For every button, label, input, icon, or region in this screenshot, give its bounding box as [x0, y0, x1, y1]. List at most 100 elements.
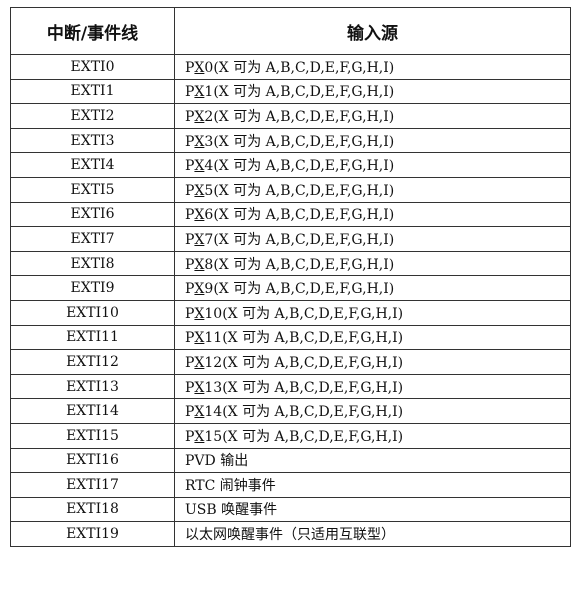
source-port-letter: X [194, 59, 205, 76]
input-source-cell: RTC 闹钟事件 [174, 472, 571, 498]
source-pin-number: 9 [204, 281, 214, 298]
table-row: EXTI6 PX6(X 可为 A,B,C,D,E,F,G,H,I) [10, 201, 571, 228]
source-prefix: P [185, 428, 195, 445]
source-pin-number: 8 [204, 256, 214, 273]
source-prefix: P [185, 182, 195, 199]
exti-line-cell: EXTI4 [10, 152, 175, 178]
input-source-cell: PX14(X 可为 A,B,C,D,E,F,G,H,I) [174, 398, 571, 424]
source-prefix: P [185, 354, 195, 371]
table-row: EXTI9 PX9(X 可为 A,B,C,D,E,F,G,H,I) [10, 275, 571, 301]
source-port-letter: X [194, 108, 205, 125]
input-source-cell: PX15(X 可为 A,B,C,D,E,F,G,H,I) [174, 422, 571, 449]
input-source-cell: PX11(X 可为 A,B,C,D,E,F,G,H,I) [174, 324, 571, 351]
exti-line-cell: EXTI0 [10, 54, 175, 80]
table-row: EXTI14 PX14(X 可为 A,B,C,D,E,F,G,H,I) [10, 398, 571, 424]
table-row: EXTI3 PX3(X 可为 A,B,C,D,E,F,G,H,I) [10, 127, 571, 154]
source-pin-number: 14 [204, 404, 223, 421]
source-prefix: P [185, 256, 195, 273]
source-pin-number: 15 [204, 428, 223, 445]
source-pin-number: 5 [204, 182, 214, 199]
input-source-cell: 以太网唤醒事件（只适用互联型） [174, 521, 571, 547]
source-prefix: P [185, 207, 195, 224]
source-text: PVD 输出 [185, 453, 249, 470]
source-text: 以太网唤醒事件（只适用互联型） [185, 527, 395, 544]
source-pin-number: 2 [204, 108, 214, 125]
source-note: (X 可为 A,B,C,D,E,F,G,H,I) [222, 404, 404, 421]
input-source-cell: PX9(X 可为 A,B,C,D,E,F,G,H,I) [174, 275, 571, 301]
input-source-cell: PVD 输出 [174, 447, 571, 474]
table-row: EXTI5 PX5(X 可为 A,B,C,D,E,F,G,H,I) [10, 176, 571, 203]
source-note: (X 可为 A,B,C,D,E,F,G,H,I) [222, 305, 404, 322]
source-port-letter: X [194, 231, 205, 248]
exti-line-cell: EXTI3 [10, 127, 175, 154]
source-note: (X 可为 A,B,C,D,E,F,G,H,I) [213, 158, 395, 175]
input-source-cell: PX7(X 可为 A,B,C,D,E,F,G,H,I) [174, 226, 571, 252]
table-row: EXTI1 PX1(X 可为 A,B,C,D,E,F,G,H,I) [10, 78, 571, 105]
exti-line-cell: EXTI11 [10, 324, 175, 351]
source-pin-number: 10 [204, 305, 223, 322]
input-source-cell: PX13(X 可为 A,B,C,D,E,F,G,H,I) [174, 373, 571, 400]
source-port-letter: X [194, 281, 205, 298]
exti-table-container: 中断/事件线 输入源 EXTI0 PX0(X 可为 A,B,C,D,E,F,G,H… [10, 7, 571, 547]
source-port-letter: X [194, 84, 205, 101]
table-row: EXTI4 PX4(X 可为 A,B,C,D,E,F,G,H,I) [10, 152, 571, 178]
source-note: (X 可为 A,B,C,D,E,F,G,H,I) [213, 182, 395, 199]
input-source-cell: PX0(X 可为 A,B,C,D,E,F,G,H,I) [174, 54, 571, 80]
source-note: (X 可为 A,B,C,D,E,F,G,H,I) [222, 354, 404, 371]
exti-line-cell: EXTI8 [10, 250, 175, 277]
source-pin-number: 6 [204, 207, 214, 224]
exti-line-cell: EXTI18 [10, 496, 175, 523]
source-note: (X 可为 A,B,C,D,E,F,G,H,I) [213, 84, 395, 101]
header-line: 中断/事件线 [10, 7, 175, 55]
source-port-letter: X [194, 379, 205, 396]
table-row: EXTI7 PX7(X 可为 A,B,C,D,E,F,G,H,I) [10, 226, 571, 252]
exti-line-cell: EXTI9 [10, 275, 175, 301]
source-port-letter: X [194, 305, 205, 322]
exti-line-cell: EXTI1 [10, 78, 175, 105]
input-source-cell: PX8(X 可为 A,B,C,D,E,F,G,H,I) [174, 250, 571, 277]
table-row: EXTI8 PX8(X 可为 A,B,C,D,E,F,G,H,I) [10, 250, 571, 277]
source-note: (X 可为 A,B,C,D,E,F,G,H,I) [213, 207, 395, 224]
source-prefix: P [185, 330, 195, 347]
source-port-letter: X [194, 158, 205, 175]
source-port-letter: X [194, 354, 205, 371]
source-text: RTC 闹钟事件 [185, 477, 276, 494]
table-row: EXTI11 PX11(X 可为 A,B,C,D,E,F,G,H,I) [10, 324, 571, 351]
exti-line-cell: EXTI7 [10, 226, 175, 252]
table-row: EXTI17 RTC 闹钟事件 [10, 472, 571, 498]
source-note: (X 可为 A,B,C,D,E,F,G,H,I) [213, 108, 395, 125]
header-source: 输入源 [174, 7, 571, 55]
table-row: EXTI16 PVD 输出 [10, 447, 571, 474]
source-port-letter: X [194, 330, 205, 347]
source-prefix: P [185, 59, 195, 76]
table-row: EXTI15 PX15(X 可为 A,B,C,D,E,F,G,H,I) [10, 422, 571, 449]
source-pin-number: 11 [204, 330, 223, 347]
source-prefix: P [185, 84, 195, 101]
input-source-cell: PX10(X 可为 A,B,C,D,E,F,G,H,I) [174, 299, 571, 326]
table-row: EXTI0 PX0(X 可为 A,B,C,D,E,F,G,H,I) [10, 54, 571, 80]
input-source-cell: PX6(X 可为 A,B,C,D,E,F,G,H,I) [174, 201, 571, 228]
source-prefix: P [185, 158, 195, 175]
table-row: EXTI10 PX10(X 可为 A,B,C,D,E,F,G,H,I) [10, 299, 571, 326]
exti-line-cell: EXTI16 [10, 447, 175, 474]
source-note: (X 可为 A,B,C,D,E,F,G,H,I) [213, 231, 395, 248]
exti-line-cell: EXTI19 [10, 521, 175, 547]
source-note: (X 可为 A,B,C,D,E,F,G,H,I) [213, 133, 395, 150]
input-source-cell: PX1(X 可为 A,B,C,D,E,F,G,H,I) [174, 78, 571, 105]
exti-line-cell: EXTI14 [10, 398, 175, 424]
source-note: (X 可为 A,B,C,D,E,F,G,H,I) [213, 59, 395, 76]
table-body: EXTI0 PX0(X 可为 A,B,C,D,E,F,G,H,I) EXTI1 PX1… [10, 54, 571, 547]
source-pin-number: 0 [204, 59, 214, 76]
source-pin-number: 13 [204, 379, 223, 396]
table-row: EXTI2 PX2(X 可为 A,B,C,D,E,F,G,H,I) [10, 103, 571, 129]
input-source-cell: PX4(X 可为 A,B,C,D,E,F,G,H,I) [174, 152, 571, 178]
header-row: 中断/事件线 输入源 [10, 7, 571, 55]
source-port-letter: X [194, 404, 205, 421]
input-source-cell: PX12(X 可为 A,B,C,D,E,F,G,H,I) [174, 349, 571, 375]
exti-line-cell: EXTI15 [10, 422, 175, 449]
input-source-cell: PX2(X 可为 A,B,C,D,E,F,G,H,I) [174, 103, 571, 129]
input-source-cell: PX3(X 可为 A,B,C,D,E,F,G,H,I) [174, 127, 571, 154]
exti-line-cell: EXTI12 [10, 349, 175, 375]
table-row: EXTI13 PX13(X 可为 A,B,C,D,E,F,G,H,I) [10, 373, 571, 400]
source-port-letter: X [194, 256, 205, 273]
